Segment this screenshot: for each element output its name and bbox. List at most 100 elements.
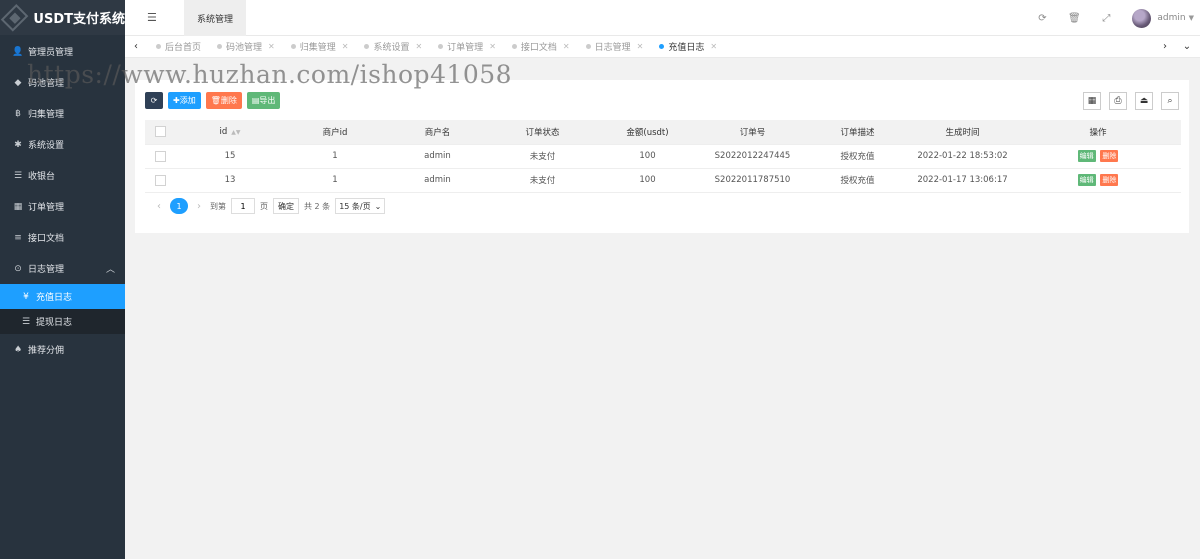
tab-label: 归集管理 — [299, 43, 336, 53]
sort-icon[interactable]: ▲▼ — [231, 129, 240, 136]
select-all-checkbox[interactable] — [154, 126, 166, 138]
col-id[interactable]: id ▲▼ — [175, 120, 285, 145]
tab-settings[interactable]: 系统设置 ✕ — [355, 36, 429, 58]
tab-logs[interactable]: 日志管理 ✕ — [577, 36, 651, 58]
cell-merchant-id: 1 — [285, 168, 385, 193]
sidebar-item-label: 管理员管理 — [28, 48, 74, 58]
next-page-icon[interactable]: › — [193, 201, 205, 212]
sidebar-item-logs[interactable]: ⊙ 日志管理 ︿ — [0, 253, 125, 284]
delete-row-button[interactable]: 删除 — [1100, 150, 1119, 162]
tab-label: 日志管理 — [594, 43, 631, 53]
close-icon[interactable]: ✕ — [489, 42, 496, 51]
cell-amount: 100 — [595, 168, 700, 193]
sidebar-item-orders[interactable]: ▦ 订单管理 — [0, 191, 125, 222]
sidebar-item-label: 归集管理 — [28, 110, 65, 120]
list-icon: ☰ — [21, 316, 31, 327]
close-icon[interactable]: ✕ — [268, 42, 275, 51]
top-nav-system[interactable]: 系统管理 — [184, 0, 246, 36]
total-count: 共 2 条 — [304, 201, 331, 211]
fullscreen-icon[interactable]: ⤢ — [1090, 13, 1122, 24]
row-select-cell — [145, 144, 175, 169]
menu-fold-icon[interactable]: ☰ — [147, 11, 161, 25]
sidebar-item-code-pool[interactable]: ◆ 码池管理 — [0, 67, 125, 98]
edit-button[interactable]: 编辑 — [1077, 150, 1096, 162]
sidebar-item-withdraw-log[interactable]: ☰ 提现日志 — [0, 309, 125, 334]
sidebar-item-label: 订单管理 — [28, 203, 65, 213]
add-button[interactable]: ✚ 添加 — [168, 92, 201, 109]
cell-id: 13 — [175, 168, 285, 193]
sidebar-item-api-docs[interactable]: ≡ 接口文档 — [0, 222, 125, 253]
trash-icon[interactable]: 🗑 — [1058, 13, 1090, 24]
close-icon[interactable]: ✕ — [710, 42, 717, 51]
col-actions: 操作 — [1015, 120, 1181, 145]
sidebar-item-admin[interactable]: 👤 管理员管理 — [0, 36, 125, 67]
export-button[interactable]: ▤ 导出 — [246, 92, 281, 109]
refresh-icon[interactable]: ⟳ — [1026, 13, 1058, 24]
col-order-no: 订单号 — [700, 120, 805, 145]
close-icon[interactable]: ✕ — [563, 42, 570, 51]
sidebar-item-recharge-log[interactable]: ¥ 充值日志 — [0, 284, 125, 309]
tab-recharge-log[interactable]: 充值日志 ✕ — [650, 36, 724, 58]
tabs-left-icon[interactable]: ‹ — [125, 41, 147, 52]
prev-page-icon[interactable]: ‹ — [153, 201, 165, 212]
sidebar-item-label: 收银台 — [28, 172, 56, 182]
tab-home[interactable]: 后台首页 — [147, 36, 208, 58]
sidebar-menu: 👤 管理员管理 ◆ 码池管理 ฿ 归集管理 ✱ 系统设置 ☰ 收银台 ▦ 订单管… — [0, 36, 125, 365]
close-icon[interactable]: ✕ — [415, 42, 422, 51]
sidebar-item-collection[interactable]: ฿ 归集管理 — [0, 98, 125, 129]
refresh-button[interactable]: ⟳ — [145, 92, 163, 109]
edit-button[interactable]: 编辑 — [1077, 174, 1096, 186]
cell-order-desc: 授权充值 — [805, 144, 910, 169]
cell-order-no: S2022012247445 — [700, 144, 805, 169]
delete-row-button[interactable]: 删除 — [1100, 174, 1119, 186]
yen-icon: ¥ — [23, 291, 29, 302]
tabs-right-icon[interactable]: › — [1154, 41, 1176, 52]
data-table: id ▲▼ 商户id 商户名 订单状态 金额(usdt) 订单号 订单描述 生成时… — [145, 120, 1181, 193]
delete-button[interactable]: 🗑 删除 — [205, 92, 242, 109]
cell-merchant-id: 1 — [285, 144, 385, 169]
row-checkbox[interactable] — [154, 150, 166, 162]
confirm-button[interactable]: 确定 — [273, 198, 299, 214]
page-tabs: ‹ 后台首页 码池管理 ✕ 归集管理 ✕ 系统设置 ✕ 订单管理 ✕ 接口文档 … — [125, 36, 1200, 58]
cell-id: 15 — [175, 144, 285, 169]
cell-order-status: 未支付 — [490, 168, 595, 193]
user-icon: 👤 — [12, 46, 24, 57]
content-card: ⟳ ✚ 添加 🗑 删除 ▤ 导出 ▦ ⎙ ⏏ ⌕ id ▲▼ 商户id 商户名 订… — [135, 80, 1189, 233]
table-header-row: id ▲▼ 商户id 商户名 订单状态 金额(usdt) 订单号 订单描述 生成时… — [145, 120, 1181, 145]
app-title: USDT支付系统 — [33, 12, 125, 27]
current-page[interactable]: 1 — [170, 198, 188, 214]
sidebar-item-label: 提现日志 — [36, 318, 73, 328]
sidebar-item-settings[interactable]: ✱ 系统设置 — [0, 129, 125, 160]
cell-order-no: S2022011787510 — [700, 168, 805, 193]
tab-dot — [511, 44, 517, 49]
user-menu[interactable]: admin ▼ — [1132, 8, 1194, 28]
calculator-icon: ▦ — [13, 201, 23, 212]
tabs-menu-icon[interactable]: ⌄ — [1176, 41, 1198, 52]
avatar — [1132, 8, 1152, 28]
tab-api-docs[interactable]: 接口文档 ✕ — [503, 36, 577, 58]
row-select-cell — [145, 168, 175, 193]
sidebar: USDT支付系统 👤 管理员管理 ◆ 码池管理 ฿ 归集管理 ✱ 系统设置 ☰ … — [0, 0, 125, 559]
row-checkbox[interactable] — [154, 174, 166, 186]
cell-order-status: 未支付 — [490, 144, 595, 169]
tab-code-pool[interactable]: 码池管理 ✕ — [208, 36, 282, 58]
page-size-select[interactable]: 15 条/页 ⌄ — [335, 198, 386, 214]
tab-label: 订单管理 — [447, 43, 484, 53]
bitcoin-icon: ฿ — [15, 108, 21, 119]
tab-collection[interactable]: 归集管理 ✕ — [282, 36, 356, 58]
sidebar-item-cashier[interactable]: ☰ 收银台 — [0, 160, 125, 191]
close-icon[interactable]: ✕ — [342, 42, 349, 51]
search-icon[interactable]: ⌕ — [1161, 92, 1179, 110]
print-icon[interactable]: ⎙ — [1109, 92, 1127, 110]
goto-page-input[interactable] — [231, 198, 255, 214]
goto-label: 到第 — [210, 201, 226, 211]
columns-icon[interactable]: ▦ — [1083, 92, 1101, 110]
sidebar-item-label: 日志管理 — [28, 265, 65, 275]
sidebar-item-referral[interactable]: ♠ 推荐分佣 — [0, 334, 125, 365]
caret-down-icon: ▼ — [1188, 14, 1194, 22]
doc-icon: ≡ — [14, 232, 22, 243]
tab-orders[interactable]: 订单管理 ✕ — [429, 36, 503, 58]
close-icon[interactable]: ✕ — [637, 42, 644, 51]
tab-dot — [156, 44, 161, 49]
export-icon[interactable]: ⏏ — [1135, 92, 1153, 110]
